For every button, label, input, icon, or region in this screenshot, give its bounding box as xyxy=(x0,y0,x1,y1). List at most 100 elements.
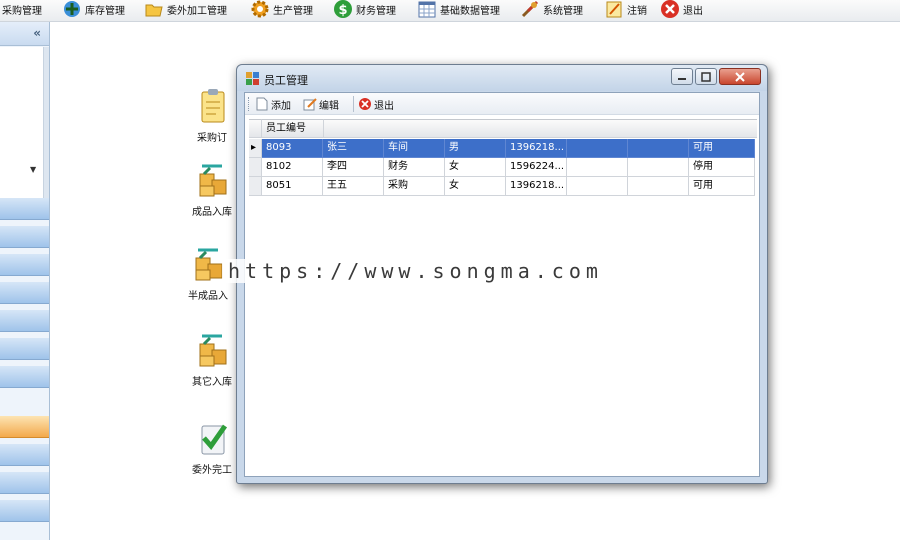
menu-exit[interactable]: 退出 xyxy=(660,0,703,18)
edit-button[interactable]: 编辑 xyxy=(303,96,339,112)
column-header-employee-id[interactable]: 员工编号 xyxy=(262,119,324,138)
menu-purchase[interactable]: 采购管理 xyxy=(2,0,42,18)
maximize-icon xyxy=(701,71,711,82)
app-window-icon xyxy=(246,72,259,85)
sidebar-group-11[interactable] xyxy=(0,500,49,522)
sidebar-group-2[interactable] xyxy=(0,226,49,248)
menu-production-label: 生产管理 xyxy=(273,5,313,17)
cell-name[interactable]: 王五 xyxy=(323,177,384,196)
window-title: 员工管理 xyxy=(264,74,308,87)
menu-system-label: 系统管理 xyxy=(543,5,583,17)
sidebar-collapse-button[interactable]: « xyxy=(33,26,41,40)
menu-production[interactable]: 生产管理 xyxy=(250,0,313,18)
cell-gender[interactable]: 男 xyxy=(445,139,506,158)
clipboard-icon xyxy=(201,89,225,123)
toolbar-separator xyxy=(353,96,354,112)
cell-department[interactable]: 车间 xyxy=(384,139,445,158)
chevron-down-icon[interactable]: ▼ xyxy=(30,165,36,174)
add-button-label: 添加 xyxy=(271,100,291,112)
cell-gender[interactable]: 女 xyxy=(445,158,506,177)
sidebar-group-active[interactable] xyxy=(0,416,49,438)
cell-name[interactable]: 李四 xyxy=(323,158,384,177)
grid-header-filler xyxy=(324,119,757,138)
calendar-grid-icon xyxy=(418,1,436,18)
left-nav-sidebar: « ▼ xyxy=(0,22,50,540)
desktop-finished-goods-in-label: 成品入库 xyxy=(192,207,232,218)
cell-department[interactable]: 采购 xyxy=(384,177,445,196)
close-button[interactable] xyxy=(719,68,761,85)
cell-status[interactable]: 可用 xyxy=(689,139,755,158)
cell-empty-2[interactable] xyxy=(628,139,689,158)
cell-employee-id[interactable]: 8102 xyxy=(262,158,323,177)
toolbar-exit-button[interactable]: 退出 xyxy=(358,96,394,112)
desktop-outsourcing-done[interactable]: 委外完工 xyxy=(192,418,232,476)
sidebar-group-4[interactable] xyxy=(0,282,49,304)
exit-icon xyxy=(661,0,679,18)
desktop-purchase-order[interactable]: 采购订 xyxy=(192,86,232,144)
close-icon xyxy=(735,71,745,82)
cell-phone[interactable]: 1396218... xyxy=(506,177,567,196)
cell-employee-id[interactable]: 8093 xyxy=(262,139,323,158)
boxes-in-icon xyxy=(199,334,227,367)
sidebar-scrollbar[interactable] xyxy=(44,47,49,207)
window-titlebar[interactable]: 员工管理 xyxy=(237,65,767,91)
menu-inventory[interactable]: 库存管理 xyxy=(62,0,125,18)
sidebar-group-1[interactable] xyxy=(0,198,49,220)
menu-exit-label: 退出 xyxy=(683,5,703,17)
cell-gender[interactable]: 女 xyxy=(445,177,506,196)
menu-finance[interactable]: $ 财务管理 xyxy=(333,0,396,18)
maximize-button[interactable] xyxy=(695,68,717,85)
grid-header-row: 员工编号 xyxy=(249,119,757,138)
minimize-button[interactable] xyxy=(671,68,693,85)
cell-department[interactable]: 财务 xyxy=(384,158,445,177)
cell-empty-2[interactable] xyxy=(628,158,689,177)
check-clipboard-icon xyxy=(201,424,228,455)
sidebar-group-9[interactable] xyxy=(0,444,49,466)
menu-logout[interactable]: 注销 xyxy=(604,0,647,18)
menu-basic-data-label: 基础数据管理 xyxy=(440,5,500,17)
menu-logout-label: 注销 xyxy=(627,5,647,17)
add-button[interactable]: 添加 xyxy=(255,96,291,112)
cell-name[interactable]: 张三 xyxy=(323,139,384,158)
exit-icon xyxy=(359,98,371,110)
cell-employee-id[interactable]: 8051 xyxy=(262,177,323,196)
folder-icon xyxy=(145,4,163,17)
cell-phone[interactable]: 1396218... xyxy=(506,139,567,158)
menu-purchase-label: 采购管理 xyxy=(2,5,42,17)
sidebar-group-5[interactable] xyxy=(0,310,49,332)
inventory-icon xyxy=(64,1,80,17)
row-selector[interactable] xyxy=(249,177,262,196)
boxes-in-icon xyxy=(199,164,227,197)
menu-inventory-label: 库存管理 xyxy=(85,5,125,17)
menu-system[interactable]: 系统管理 xyxy=(520,0,583,18)
desktop-other-in[interactable]: 其它入库 xyxy=(192,330,232,388)
employee-grid[interactable]: 员工编号 ▸ 8093 张三 车间 男 1396218... 可用 8102 李… xyxy=(245,115,759,476)
new-document-icon xyxy=(256,97,268,111)
menu-basic-data[interactable]: 基础数据管理 xyxy=(417,0,500,18)
cell-empty-1[interactable] xyxy=(567,177,628,196)
cell-empty-1[interactable] xyxy=(567,158,628,177)
toolbar-grip[interactable] xyxy=(248,97,251,111)
sidebar-group-6[interactable] xyxy=(0,338,49,360)
svg-text:$: $ xyxy=(338,3,347,18)
sidebar-tree-panel[interactable] xyxy=(0,47,44,207)
sidebar-group-7[interactable] xyxy=(0,366,49,388)
sidebar-header: « xyxy=(0,22,49,46)
edit-button-label: 编辑 xyxy=(319,100,339,112)
menu-outsourcing-label: 委外加工管理 xyxy=(167,5,227,17)
watermark-text: https://www.songma.com xyxy=(222,259,609,283)
row-selector-arrow-icon[interactable]: ▸ xyxy=(249,139,262,158)
cell-phone[interactable]: 1596224... xyxy=(506,158,567,177)
cell-empty-2[interactable] xyxy=(628,177,689,196)
sidebar-group-3[interactable] xyxy=(0,254,49,276)
desktop-finished-goods-in[interactable]: 成品入库 xyxy=(192,160,232,218)
cell-status[interactable]: 停用 xyxy=(689,158,755,177)
dollar-icon: $ xyxy=(334,0,352,18)
cell-status[interactable]: 可用 xyxy=(689,177,755,196)
cell-empty-1[interactable] xyxy=(567,139,628,158)
row-selector[interactable] xyxy=(249,158,262,177)
window-toolbar: 添加 编辑 退出 xyxy=(245,93,759,115)
sidebar-group-10[interactable] xyxy=(0,472,49,494)
menu-outsourcing[interactable]: 委外加工管理 xyxy=(144,0,227,18)
edit-pencil-icon xyxy=(303,98,317,111)
